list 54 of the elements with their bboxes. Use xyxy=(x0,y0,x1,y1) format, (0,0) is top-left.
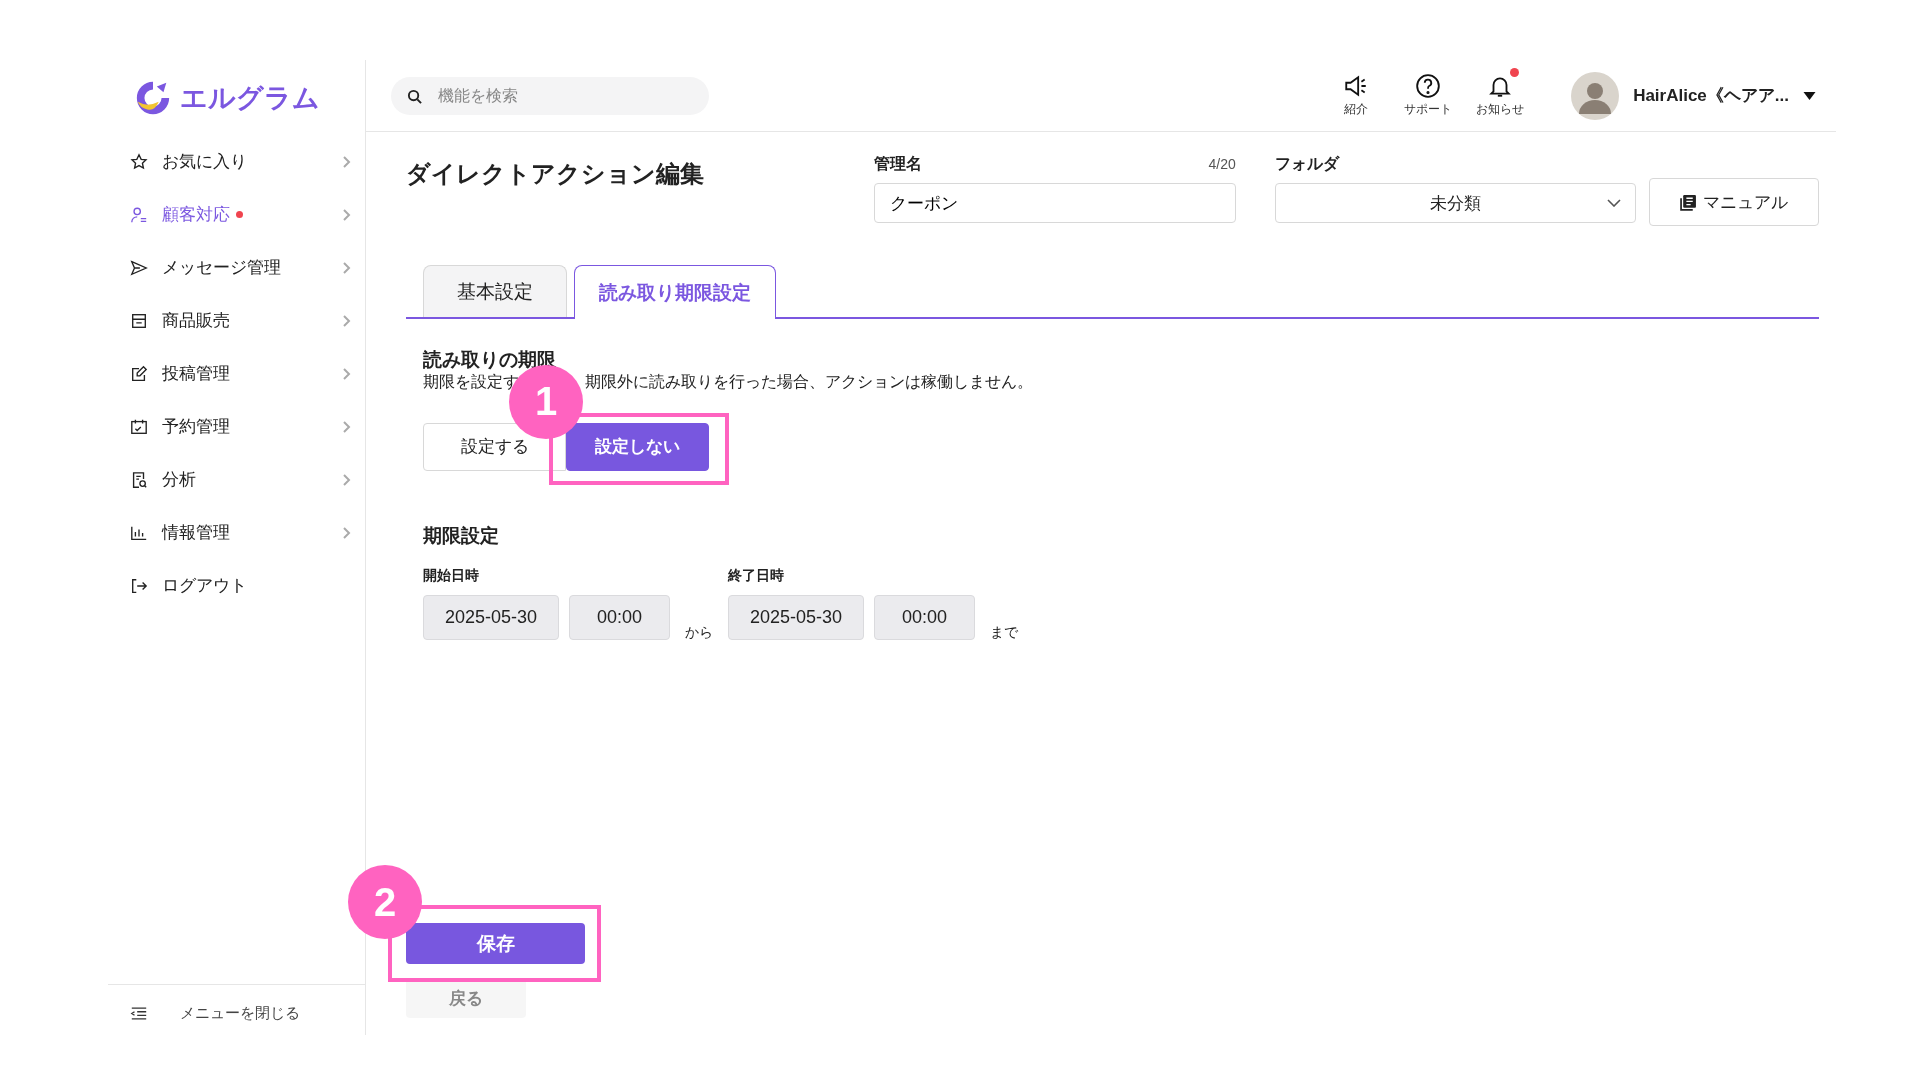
toggle-option[interactable]: 設定しない xyxy=(566,422,709,471)
sidebar-item[interactable]: 顧客対応 xyxy=(108,188,365,241)
sidebar-item[interactable]: ログアウト xyxy=(108,559,365,612)
range-separator: から xyxy=(684,623,714,642)
time-input[interactable]: 00:00 xyxy=(874,594,975,640)
help-icon xyxy=(1415,73,1442,99)
sidebar-item[interactable]: 商品販売 xyxy=(108,294,365,347)
calendar-icon xyxy=(130,417,148,436)
date-input[interactable]: 2025-05-30 xyxy=(423,594,559,640)
field-label: フォルダ xyxy=(1274,154,1339,174)
menu-collapse-icon[interactable] xyxy=(130,1005,148,1021)
report-icon xyxy=(130,470,148,489)
search-field[interactable]: 機能を検索 xyxy=(391,76,709,115)
sidebar-item[interactable]: メッセージ管理 xyxy=(108,241,365,294)
range-suffix: まで xyxy=(989,623,1019,642)
avatar-icon xyxy=(1571,71,1620,120)
user-menu[interactable]: HairAlice《ヘアア... xyxy=(1571,71,1816,120)
folder-select[interactable]: 未分類 xyxy=(1274,183,1637,223)
sidebar-item[interactable]: 予約管理 xyxy=(108,400,365,453)
header-icon-button[interactable]: 紹介 xyxy=(1331,67,1382,118)
manual-button[interactable]: マニュアル xyxy=(1649,178,1819,226)
header-icon-button[interactable]: サポート xyxy=(1403,67,1454,118)
field-label: 終了日時 xyxy=(728,566,785,585)
character-counter: 4/20 xyxy=(1208,156,1236,172)
logo-text: エルグラム xyxy=(179,81,320,115)
edit-icon xyxy=(130,364,148,383)
caret-icon xyxy=(1803,91,1816,100)
description-text: 期限外に読み取りを行った場合、アクションは稼働しません。 xyxy=(585,371,1033,392)
sidebar-item[interactable]: 投稿管理 xyxy=(108,347,365,400)
search-icon xyxy=(407,88,422,104)
description-text: 期限を設定す xyxy=(423,371,519,392)
send-icon xyxy=(130,258,148,277)
date-input[interactable]: 2025-05-30 xyxy=(728,594,864,640)
sidebar-item[interactable]: 情報管理 xyxy=(108,506,365,559)
field-label: 管理名 xyxy=(874,154,923,174)
section-title: 期限設定 xyxy=(423,523,500,548)
sidebar-item[interactable]: お気に入り xyxy=(108,135,365,188)
chevron-down-icon xyxy=(1607,199,1622,207)
name-input[interactable]: クーポン xyxy=(874,183,1236,223)
sidebar-item[interactable]: 分析 xyxy=(108,453,365,506)
close-menu-link[interactable]: メニューを閉じる xyxy=(180,1003,300,1023)
person-icon xyxy=(130,205,148,224)
header-icon-button[interactable]: お知らせ xyxy=(1475,67,1526,118)
book-icon xyxy=(1680,193,1698,211)
save-button[interactable]: 保存 xyxy=(406,923,585,964)
tab[interactable]: 読み取り期限設定 xyxy=(574,265,776,319)
star-icon xyxy=(130,152,148,171)
field-label: 開始日時 xyxy=(423,566,480,585)
time-input[interactable]: 00:00 xyxy=(569,594,670,640)
store-icon xyxy=(130,311,148,330)
logout-icon xyxy=(130,576,148,595)
step-badge: 2 xyxy=(348,865,422,939)
page-title: ダイレクトアクション編集 xyxy=(406,159,705,189)
tab[interactable]: 基本設定 xyxy=(423,265,567,317)
